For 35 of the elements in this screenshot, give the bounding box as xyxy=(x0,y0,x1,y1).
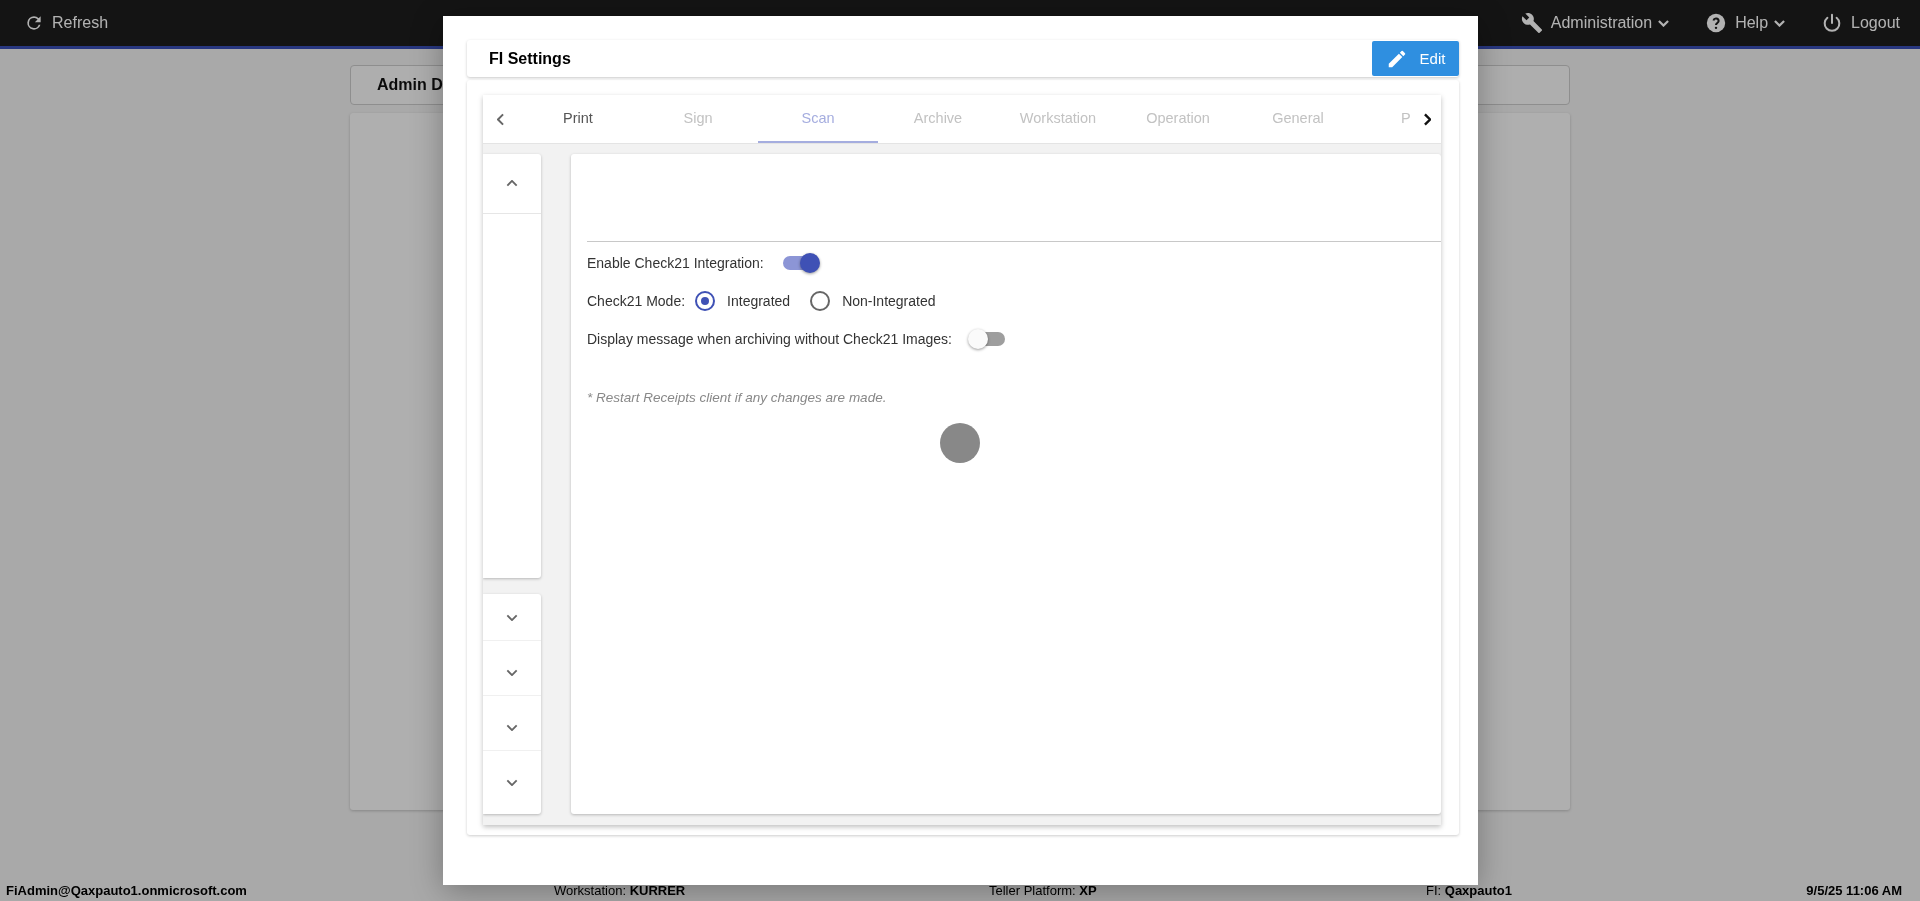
radio-button[interactable] xyxy=(695,291,716,311)
status-item: FI: Qaxpauto1 xyxy=(1426,882,1513,898)
chevron-down-icon xyxy=(506,779,518,786)
caret-icon xyxy=(1658,19,1670,27)
caret-icon xyxy=(1774,19,1786,27)
refresh-icon xyxy=(24,13,44,33)
tab[interactable]: Print xyxy=(518,95,638,143)
chevron-down-icon xyxy=(506,668,518,676)
chevron-down-icon xyxy=(506,613,518,621)
page-title: Admin D xyxy=(377,76,443,94)
help-icon xyxy=(1705,12,1728,34)
dialog-title: FI Settings xyxy=(489,49,571,68)
user-email: FiAdmin@Qaxpauto1.onmicrosoft.com xyxy=(6,882,248,898)
menu-button[interactable]: Help xyxy=(1705,12,1786,34)
setting-label: Enable Check21 Integration: xyxy=(587,255,764,271)
edit-button[interactable]: Edit xyxy=(1372,41,1459,76)
restart-note: * Restart Receipts client if any changes are made. xyxy=(587,390,888,405)
chevron-left-icon xyxy=(497,112,504,126)
setting-label: Display message when archiving without Check21 Images: xyxy=(587,331,952,347)
radio-button[interactable] xyxy=(810,291,831,311)
status-item: Workstation: KURRER xyxy=(554,882,687,898)
radio-label: Integrated xyxy=(727,293,791,309)
menu-button[interactable]: Administration xyxy=(1520,12,1670,34)
chevron-down-icon xyxy=(506,723,518,731)
toggle-switch[interactable] xyxy=(969,328,1006,350)
setting-label: Check21 Mode: xyxy=(587,293,686,309)
refresh-button[interactable]: Refresh xyxy=(24,13,109,33)
chevron-right-icon xyxy=(1423,112,1431,126)
radio-label: Non-Integrated xyxy=(842,293,936,309)
toggle-switch[interactable] xyxy=(781,252,818,274)
chevron-up-icon xyxy=(506,180,518,187)
date-time: 9/5/25 11:06 AM xyxy=(1806,882,1902,898)
wrench-icon xyxy=(1520,12,1543,34)
status-item: Teller Platform: XP xyxy=(989,882,1098,898)
menu-button[interactable]: Logout xyxy=(1821,12,1900,34)
